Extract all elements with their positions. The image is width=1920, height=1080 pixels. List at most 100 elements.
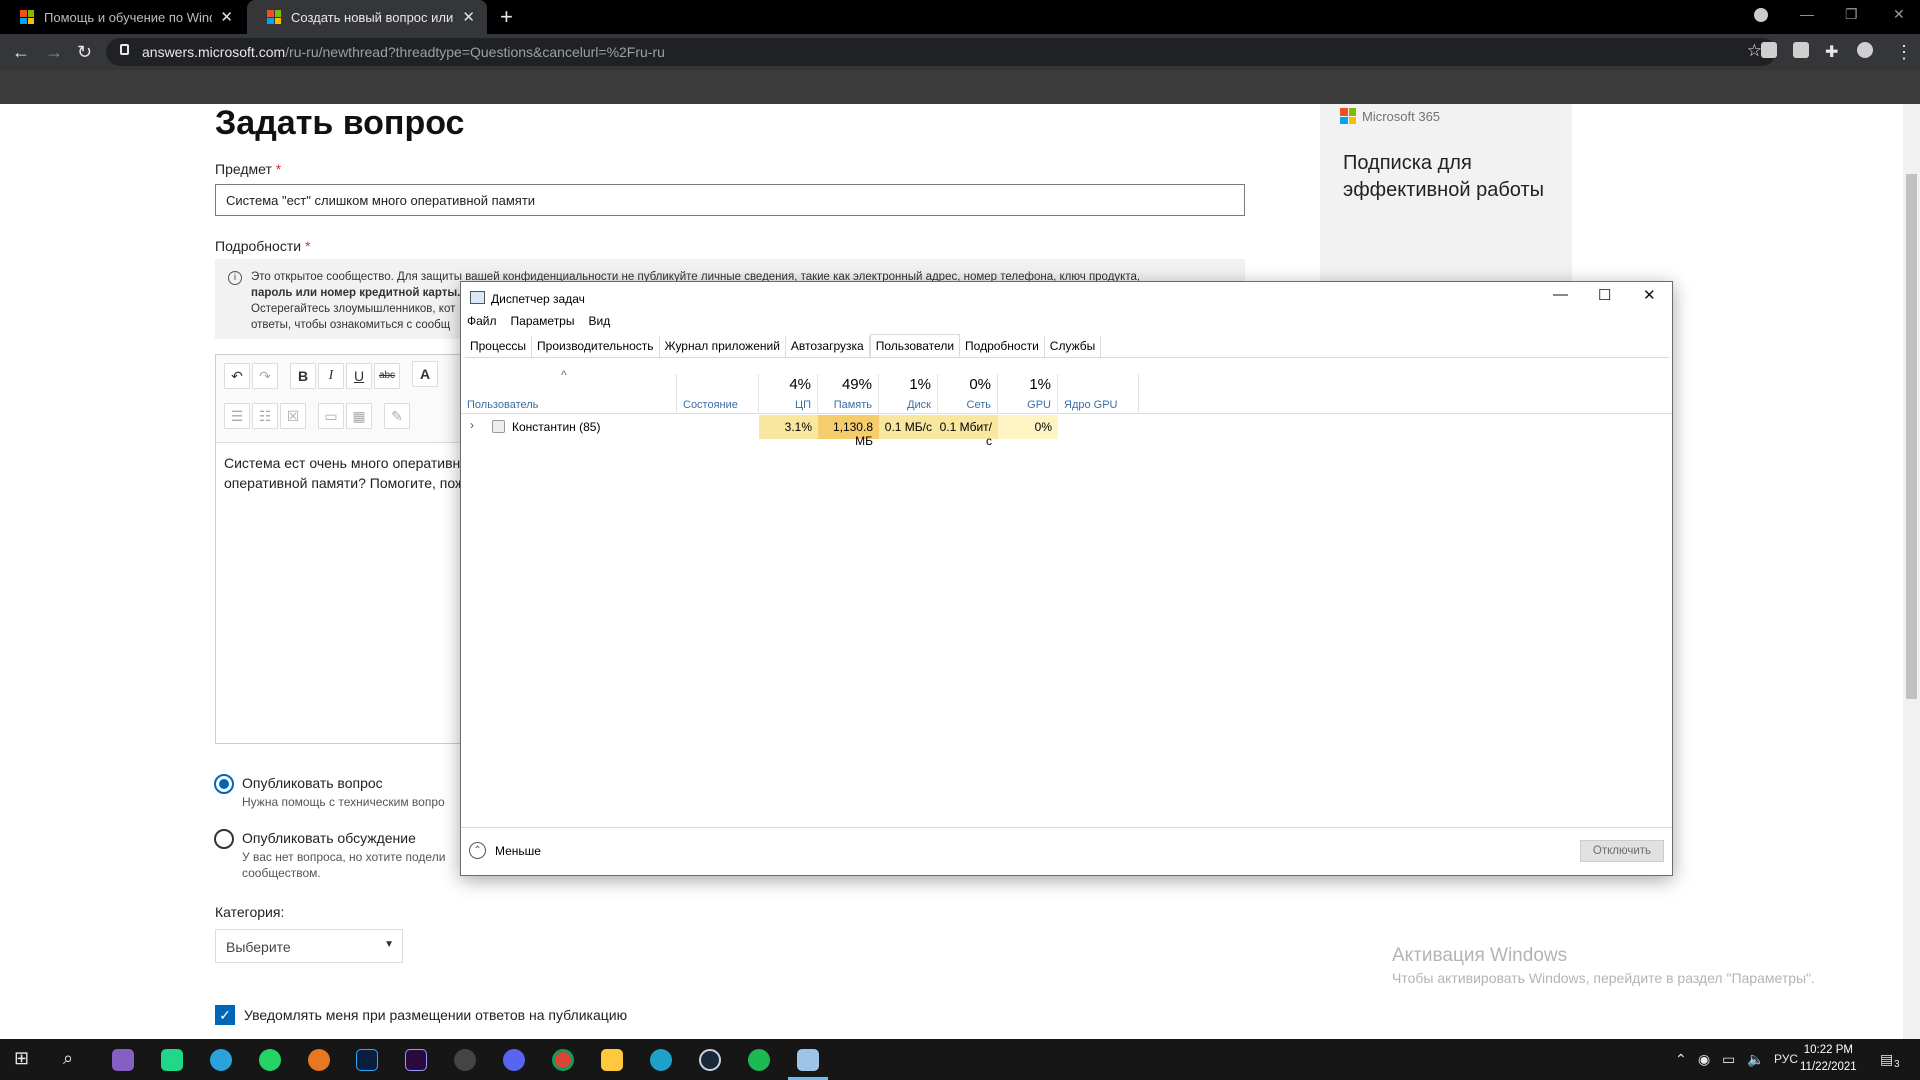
tab-startup[interactable]: Автозагрузка — [786, 336, 870, 357]
app-icon[interactable] — [308, 1049, 330, 1071]
url-text[interactable]: answers.microsoft.com/ru-ru/newthread?th… — [142, 44, 665, 60]
tab-processes[interactable]: Процессы — [465, 336, 533, 357]
search-icon[interactable]: ⌕ — [63, 1048, 73, 1069]
chevron-up-icon[interactable]: ⌃ — [469, 842, 486, 859]
subject-input[interactable] — [215, 184, 1245, 216]
address-bar[interactable]: answers.microsoft.com/ru-ru/newthread?th… — [106, 38, 1776, 66]
disconnect-button[interactable]: Отключить — [1580, 840, 1664, 862]
publish-discussion-label[interactable]: Опубликовать обсуждение — [242, 830, 416, 846]
expand-chevron-icon[interactable]: › — [470, 418, 474, 432]
image-icon[interactable]: ▭ — [318, 403, 344, 429]
premiere-icon[interactable] — [405, 1049, 427, 1071]
menu-options[interactable]: Параметры — [511, 314, 575, 328]
list-icon[interactable]: ☰ — [224, 403, 250, 429]
menu-file[interactable]: Файл — [467, 314, 497, 328]
browser-menu-icon[interactable]: ⋮ — [1895, 42, 1913, 63]
network-icon[interactable]: ▭ — [1722, 1051, 1735, 1068]
details-label: Подробности * — [215, 238, 311, 254]
reload-icon[interactable]: ↻ — [77, 42, 92, 63]
close-icon[interactable]: ✕ — [1643, 286, 1656, 304]
language-indicator[interactable]: РУС — [1774, 1052, 1798, 1066]
menu-view[interactable]: Вид — [588, 314, 610, 328]
close-icon[interactable]: ✕ — [462, 8, 475, 26]
strikethrough-icon[interactable]: abc — [374, 363, 400, 389]
underline-icon[interactable]: U — [346, 363, 372, 389]
column-status[interactable]: Состояние — [677, 374, 759, 414]
obs-icon[interactable] — [454, 1049, 476, 1071]
redo-icon[interactable]: ↷ — [252, 363, 278, 389]
extension-icon[interactable] — [1793, 42, 1809, 58]
bold-icon[interactable]: B — [290, 363, 316, 389]
tab-app-history[interactable]: Журнал приложений — [660, 336, 786, 357]
file-explorer-icon[interactable] — [601, 1049, 623, 1071]
table-icon[interactable]: ▦ — [346, 403, 372, 429]
pycharm-icon[interactable] — [161, 1049, 183, 1071]
profile-avatar-icon[interactable] — [1857, 42, 1873, 58]
column-user[interactable]: ^ Пользователь — [461, 368, 677, 414]
notify-checkbox[interactable]: ✓ — [215, 1005, 235, 1025]
page-header-strip — [0, 70, 1920, 104]
table-row[interactable]: › Константин (85) 3.1% 1,130.8 МБ 0.1 МБ… — [461, 415, 1672, 448]
category-select[interactable]: Выберите ▼ — [215, 929, 403, 963]
tab-performance[interactable]: Производительность — [532, 336, 660, 357]
clear-format-icon[interactable]: ✎ — [384, 403, 410, 429]
new-tab-button[interactable]: + — [500, 4, 513, 30]
browser-tab-new-question[interactable]: Создать новый вопрос или начать обсужден… — [247, 0, 487, 34]
notify-label[interactable]: Уведомлять меня при размещении ответов н… — [244, 1007, 627, 1023]
windows-start-icon[interactable]: ⊞ — [14, 1048, 29, 1069]
close-icon[interactable]: ✕ — [220, 8, 233, 26]
back-icon[interactable]: ← — [12, 42, 30, 63]
forward-icon[interactable]: → — [45, 42, 63, 63]
notifications-icon[interactable]: ▤ — [1880, 1051, 1893, 1068]
meet-now-icon[interactable]: ◉ — [1698, 1051, 1710, 1068]
undo-icon[interactable]: ↶ — [224, 363, 250, 389]
tab-details[interactable]: Подробности — [960, 336, 1045, 357]
italic-icon[interactable]: I — [318, 363, 344, 389]
outdent-icon[interactable]: ☒ — [280, 403, 306, 429]
tab-services[interactable]: Службы — [1045, 336, 1102, 357]
cell-network: 0.1 Мбит/с — [938, 415, 998, 448]
whatsapp-icon[interactable] — [259, 1049, 281, 1071]
browser-tab-windows-help[interactable]: Помощь и обучение по Windows ✕ — [0, 0, 245, 34]
chevron-up-icon[interactable]: ⌃ — [1675, 1051, 1687, 1068]
category-label: Категория: — [215, 904, 285, 920]
close-window-icon[interactable]: ✕ — [1893, 6, 1905, 23]
column-gpu[interactable]: 1% GPU — [998, 374, 1058, 414]
volume-icon[interactable]: 🔈 — [1747, 1051, 1764, 1068]
microsoft-logo-icon — [267, 10, 281, 24]
photoshop-icon[interactable] — [356, 1049, 378, 1071]
task-manager-window: Диспетчер задач — ☐ ✕ Файл Параметры Вид… — [460, 281, 1673, 876]
task-manager-taskbar-icon[interactable] — [797, 1049, 819, 1071]
minimize-icon[interactable]: — — [1553, 286, 1568, 303]
bookmark-star-icon[interactable]: ☆ — [1747, 41, 1762, 61]
spotify-icon[interactable] — [748, 1049, 770, 1071]
column-cpu[interactable]: 4% ЦП — [759, 374, 818, 414]
tab-search-icon[interactable] — [1754, 8, 1768, 22]
fewer-details-button[interactable]: Меньше — [495, 844, 541, 858]
chrome-icon[interactable] — [552, 1049, 574, 1071]
column-gpu-engine[interactable]: Ядро GPU — [1058, 374, 1139, 414]
indent-icon[interactable]: ☷ — [252, 403, 278, 429]
column-memory[interactable]: 49% Память — [818, 374, 879, 414]
clock[interactable]: 10:22 PM 11/22/2021 — [1800, 1042, 1857, 1076]
edge-icon[interactable] — [650, 1049, 672, 1071]
steam-icon[interactable] — [699, 1049, 721, 1071]
font-color-icon[interactable]: A — [412, 361, 438, 387]
puzzle-extensions-icon[interactable]: ✚ — [1825, 42, 1838, 62]
publish-question-radio[interactable] — [214, 774, 234, 794]
minimize-icon[interactable]: — — [1800, 6, 1814, 22]
scrollbar-thumb[interactable] — [1906, 174, 1917, 699]
column-network[interactable]: 0% Сеть — [938, 374, 998, 414]
restore-icon[interactable]: ❐ — [1845, 6, 1858, 23]
telegram-icon[interactable] — [210, 1049, 232, 1071]
column-disk[interactable]: 1% Диск — [879, 374, 938, 414]
page-scrollbar[interactable] — [1903, 104, 1920, 1039]
microsoft-logo-icon — [1340, 108, 1356, 124]
extension-icon[interactable] — [1761, 42, 1777, 58]
maximize-icon[interactable]: ☐ — [1598, 286, 1611, 304]
visual-studio-icon[interactable] — [112, 1049, 134, 1071]
discord-icon[interactable] — [503, 1049, 525, 1071]
publish-question-label[interactable]: Опубликовать вопрос — [242, 775, 383, 791]
tab-users[interactable]: Пользователи — [869, 334, 961, 357]
publish-discussion-radio[interactable] — [214, 829, 234, 849]
